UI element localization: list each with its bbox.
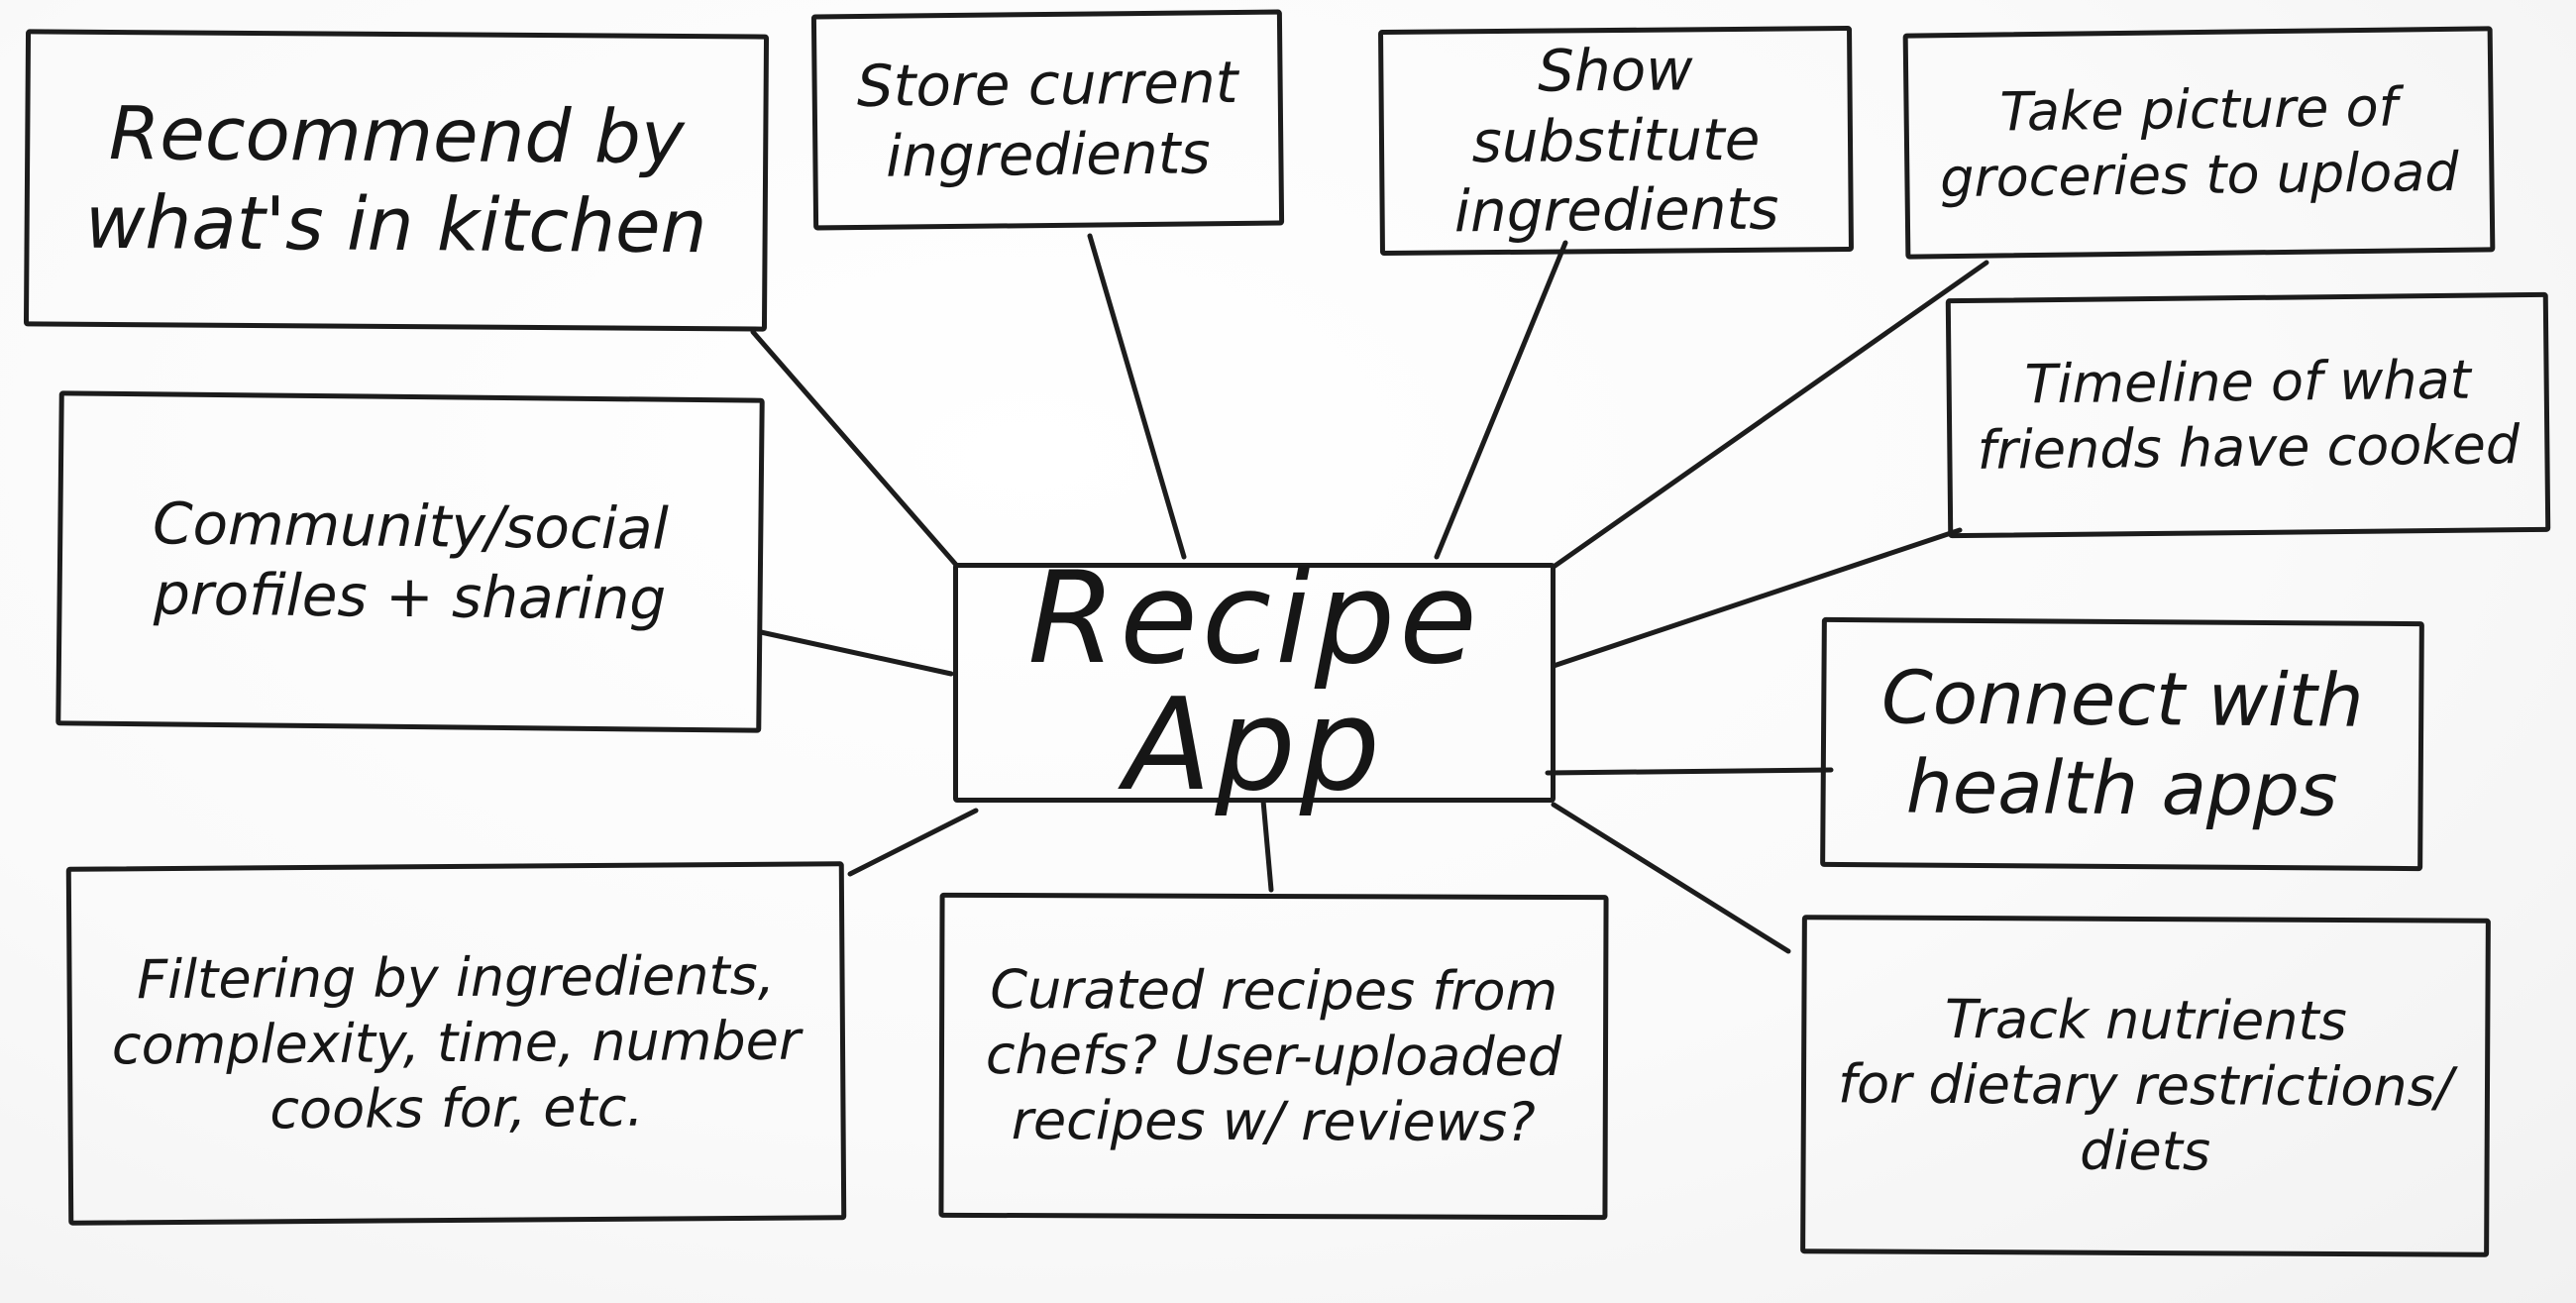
central-node[interactable]: Recipe App: [953, 556, 1556, 810]
whiteboard: Recipe App Recommend by what's in kitche…: [0, 0, 2576, 1303]
node-label: Recommend by what's in kitchen: [84, 90, 707, 271]
link-filtering: [847, 808, 979, 877]
node-label: Take picture of groceries to upload: [1939, 75, 2459, 210]
node-nutrients[interactable]: Track nutrients for dietary restrictions…: [1800, 915, 2491, 1257]
node-label: Store current ingredients: [856, 49, 1238, 190]
node-filtering[interactable]: Filtering by ingredients, complexity, ti…: [65, 861, 847, 1226]
node-label: Community/social profiles + sharing: [152, 489, 670, 633]
link-picture: [1551, 260, 1989, 570]
node-timeline[interactable]: Timeline of what friends have cooked: [1945, 291, 2551, 539]
link-store: [1087, 233, 1187, 560]
link-community: [758, 629, 954, 677]
node-label: Show substitute ingredients: [1453, 36, 1779, 246]
node-community[interactable]: Community/social profiles + sharing: [55, 390, 765, 733]
node-health[interactable]: Connect with health apps: [1820, 616, 2424, 872]
node-label: Timeline of what friends have cooked: [1977, 348, 2521, 482]
link-recommend: [750, 329, 959, 568]
link-health: [1545, 767, 1834, 776]
node-label: Filtering by ingredients, complexity, ti…: [111, 943, 802, 1141]
central-node-label: Recipe App: [1027, 545, 1481, 819]
link-substitute: [1434, 240, 1568, 560]
node-label: Track nutrients for dietary restrictions…: [1837, 988, 2454, 1183]
node-label: Connect with health apps: [1880, 655, 2364, 833]
node-recommend[interactable]: Recommend by what's in kitchen: [23, 29, 770, 332]
node-picture[interactable]: Take picture of groceries to upload: [1902, 26, 2496, 260]
node-curated[interactable]: Curated recipes from chefs? User-uploade…: [938, 892, 1609, 1221]
node-substitute[interactable]: Show substitute ingredients: [1378, 25, 1854, 257]
node-store[interactable]: Store current ingredients: [810, 9, 1285, 231]
node-label: Curated recipes from chefs? User-uploade…: [985, 958, 1562, 1153]
